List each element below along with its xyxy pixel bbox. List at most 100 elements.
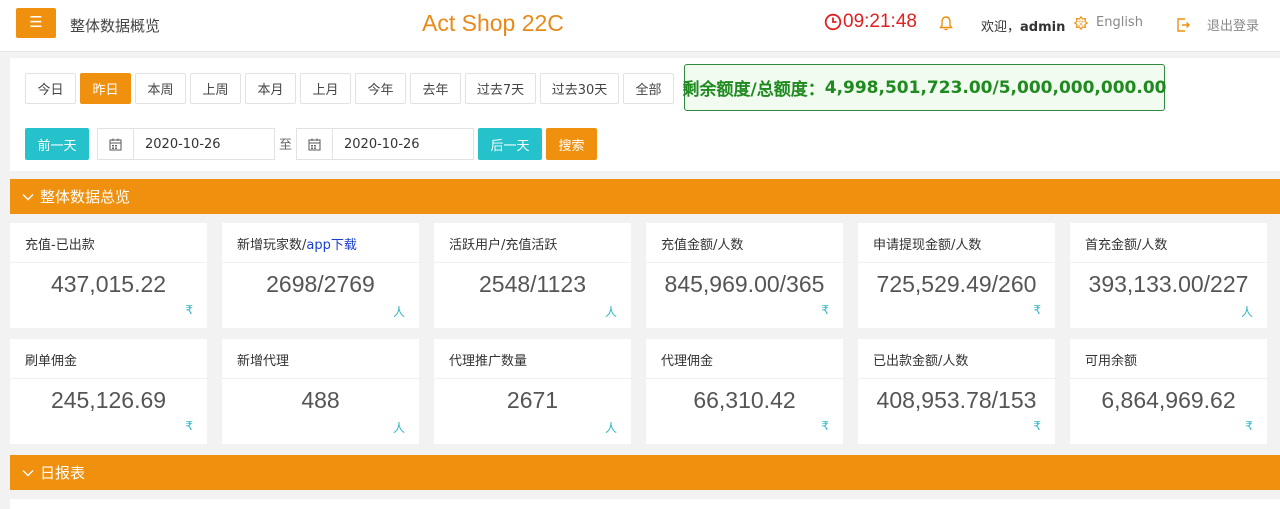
username: admin: [1020, 20, 1066, 35]
start-date-input[interactable]: [134, 129, 274, 159]
stat-label: 申请提现金额/人数: [873, 238, 982, 253]
range-last-7-days-button[interactable]: 过去7天: [465, 73, 536, 104]
stat-card-active-users: 活跃用户/充值活跃 2548/1123 人: [434, 223, 631, 328]
card-divider: [1070, 262, 1267, 263]
stat-label: 新增玩家数/app下载: [237, 234, 357, 253]
card-divider: [858, 378, 1055, 379]
quota-box: 剩余额度/总额度： 4,998,501,723.00/5,000,000,000…: [682, 64, 1167, 111]
stat-label: 已出款金额/人数: [873, 354, 969, 369]
page-title: 整体数据概览: [70, 17, 161, 35]
range-last-week-button[interactable]: 上周: [190, 73, 241, 104]
stat-card-order-commission: 刷单佣金 245,126.69 ₹: [10, 339, 207, 444]
range-all-button[interactable]: 全部: [623, 73, 674, 104]
stat-label: 充值金额/人数: [661, 238, 744, 253]
stat-value: 725,529.49/260: [876, 271, 1037, 297]
stat-card-new-agents: 新增代理 488 人: [222, 339, 419, 444]
clock: 09:21:48: [824, 11, 917, 33]
daily-report-section-header[interactable]: 日报表: [10, 455, 1280, 490]
card-divider: [646, 262, 843, 263]
clock-icon: [824, 13, 842, 31]
stat-label: 刷单佣金: [25, 354, 78, 369]
stat-card-agent-commission: 代理佣金 66,310.42 ₹: [646, 339, 843, 444]
stat-value: 488: [301, 387, 340, 413]
stat-card-withdraw-requests: 申请提现金额/人数 725,529.49/260 ₹: [858, 223, 1055, 328]
stat-card-recharge-amount: 充值金额/人数 845,969.00/365 ₹: [646, 223, 843, 328]
stat-label: 首充金额/人数: [1085, 238, 1168, 253]
card-divider: [646, 378, 843, 379]
rupee-icon: ₹: [185, 303, 193, 317]
filter-panel: 今日 昨日 本周 上周 本月 上月 今年 去年 过去7天 过去30天 全部 剩余…: [10, 58, 1280, 171]
stat-value: 845,969.00/365: [664, 271, 825, 297]
daily-report-body: [10, 499, 1280, 509]
range-this-year-button[interactable]: 今年: [355, 73, 406, 104]
stat-card-paid-out: 已出款金额/人数 408,953.78/153 ₹: [858, 339, 1055, 444]
stat-label: 代理佣金: [661, 354, 714, 369]
person-unit: 人: [392, 421, 405, 435]
overview-section-header[interactable]: 整体数据总览: [10, 179, 1280, 214]
stat-label: 新增代理: [237, 354, 290, 369]
stat-value: 66,310.42: [693, 387, 796, 413]
stat-value: 437,015.22: [50, 271, 167, 297]
range-last-month-button[interactable]: 上月: [300, 73, 351, 104]
range-last-year-button[interactable]: 去年: [410, 73, 461, 104]
logout-icon: [1177, 17, 1190, 32]
stat-card-recharge-minus-paid: 充值-已出款 437,015.22 ₹: [10, 223, 207, 328]
card-divider: [1070, 378, 1267, 379]
stat-value: 2548/1123: [478, 271, 586, 297]
welcome-text: 欢迎，admin: [981, 16, 1065, 35]
card-divider: [434, 262, 631, 263]
stat-card-first-recharge: 首充金额/人数 393,133.00/227 人: [1070, 223, 1267, 328]
card-divider: [10, 378, 207, 379]
notification-bell[interactable]: [939, 15, 953, 35]
logout-label: 退出登录: [1207, 19, 1260, 34]
range-this-month-button[interactable]: 本月: [245, 73, 296, 104]
stat-value: 408,953.78/153: [876, 387, 1037, 413]
language-switcher[interactable]: 文 English: [1074, 15, 1143, 30]
menu-toggle-button[interactable]: ☰: [16, 8, 56, 38]
stat-label-text: 新增玩家数/: [237, 238, 307, 253]
card-divider: [222, 378, 419, 379]
next-day-button[interactable]: 后一天: [478, 128, 542, 160]
start-date-field: [97, 128, 275, 160]
calendar-icon[interactable]: [297, 129, 333, 159]
chevron-down-icon: [22, 469, 34, 476]
person-unit: 人: [604, 421, 617, 435]
calendar-icon[interactable]: [98, 129, 134, 159]
range-this-week-button[interactable]: 本周: [135, 73, 186, 104]
stat-value: 2698/2769: [266, 271, 375, 297]
rupee-icon: ₹: [1033, 303, 1041, 317]
stat-value: 393,133.00/227: [1088, 271, 1249, 297]
rupee-icon: ₹: [185, 419, 193, 433]
stat-value: 2671: [506, 387, 559, 413]
welcome-prefix: 欢迎，: [981, 20, 1021, 35]
overview-section-title: 整体数据总览: [40, 188, 131, 206]
logout-link[interactable]: 退出登录: [1176, 15, 1259, 34]
quota-label: 剩余额度/总额度：: [682, 80, 825, 100]
app-download-link[interactable]: app下载: [306, 238, 356, 253]
person-unit: 人: [1240, 305, 1253, 319]
language-label: English: [1096, 15, 1143, 30]
prev-day-button[interactable]: 前一天: [25, 128, 89, 160]
person-unit: 人: [392, 305, 405, 319]
hamburger-icon: ☰: [29, 13, 43, 31]
language-icon: 文: [1074, 15, 1088, 30]
range-yesterday-button[interactable]: 昨日: [80, 73, 131, 104]
stat-label: 代理推广数量: [449, 354, 528, 369]
stat-value: 6,864,969.62: [1101, 387, 1236, 413]
stat-card-agent-promotions: 代理推广数量 2671 人: [434, 339, 631, 444]
stat-value: 245,126.69: [50, 387, 167, 413]
range-last-30-days-button[interactable]: 过去30天: [540, 73, 619, 104]
stat-card-available-balance: 可用余额 6,864,969.62 ₹: [1070, 339, 1267, 444]
card-divider: [10, 262, 207, 263]
top-header: ☰ 整体数据概览 Act Shop 22C 09:21:48 欢迎，admin …: [0, 0, 1280, 52]
svg-text:文: 文: [1078, 19, 1084, 27]
card-divider: [858, 262, 1055, 263]
range-today-button[interactable]: 今日: [25, 73, 76, 104]
end-date-input[interactable]: [333, 129, 473, 159]
search-button[interactable]: 搜索: [546, 128, 597, 160]
chevron-down-icon: [22, 193, 34, 200]
stat-label: 充值-已出款: [25, 238, 95, 253]
card-divider: [434, 378, 631, 379]
quota-value: 4,998,501,723.00/5,000,000,000.00: [824, 77, 1167, 98]
app-title: Act Shop 22C: [422, 10, 564, 36]
